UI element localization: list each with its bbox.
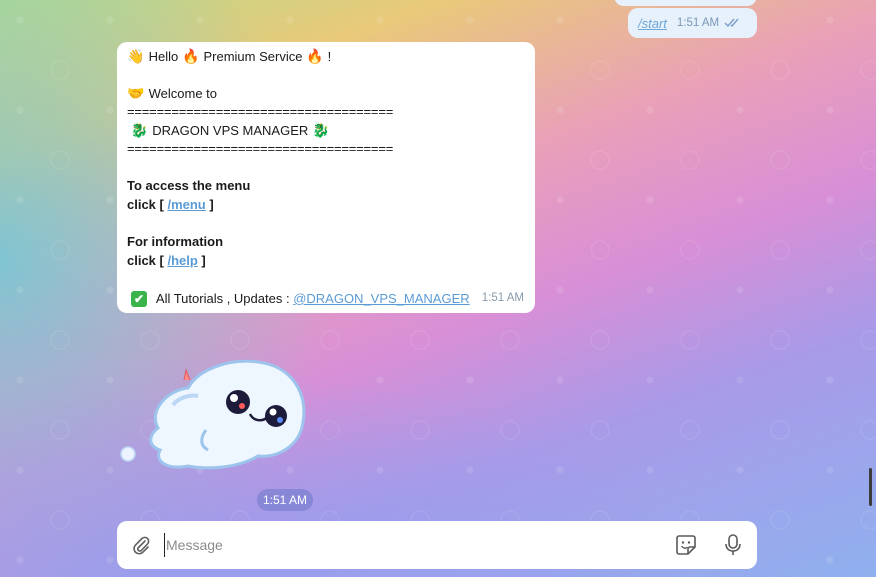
welcome-line: 🤝 Welcome to	[127, 85, 218, 102]
separator: ====================================	[127, 103, 394, 119]
help-command-link[interactable]: /help	[167, 253, 197, 268]
fire-emoji-icon: 🔥	[306, 48, 324, 64]
title-line: 🐉 DRAGON VPS MANAGER 🐉	[130, 122, 330, 139]
check-mark-icon: ✔	[131, 291, 147, 308]
sticker-icon[interactable]	[675, 534, 697, 556]
message-composer	[117, 521, 757, 569]
message-input[interactable]	[164, 533, 644, 557]
dragon-emoji-icon: 🐉	[130, 122, 149, 139]
microphone-icon[interactable]	[722, 533, 744, 557]
paperclip-icon[interactable]	[131, 535, 151, 555]
menu-line: click [ /menu ]	[127, 196, 214, 212]
previous-outgoing-bubble	[614, 0, 757, 6]
menu-heading: To access the menu	[127, 178, 251, 194]
separator: ====================================	[127, 140, 394, 156]
incoming-message[interactable]: 👋 Hello 🔥 Premium Service 🔥 ! 🤝 Welcome …	[117, 42, 535, 313]
wave-emoji-icon: 👋	[127, 48, 145, 64]
sticker-time: 1:51 AM	[257, 489, 313, 511]
message-time: 1:51 AM	[676, 17, 720, 29]
fire-emoji-icon: 🔥	[182, 48, 200, 64]
start-command-link[interactable]: /start	[638, 16, 667, 31]
message-time: 1:51 AM	[481, 292, 524, 305]
ghost-sticker[interactable]	[118, 350, 318, 480]
greeting-line: 👋 Hello 🔥 Premium Service 🔥 !	[127, 48, 332, 64]
menu-command-link[interactable]: /menu	[167, 197, 205, 212]
info-heading: For information	[127, 233, 224, 249]
outgoing-message[interactable]: /start 1:51 AM	[628, 8, 757, 38]
footer-line: ✔ All Tutorials , Updates : @DRAGON_VPS_…	[127, 290, 525, 309]
scrollbar[interactable]	[869, 468, 872, 506]
dragon-emoji-icon: 🐉	[312, 122, 330, 139]
channel-mention-link[interactable]: @DRAGON_VPS_MANAGER	[293, 290, 469, 309]
help-line: click [ /help ]	[127, 252, 206, 268]
handshake-emoji-icon: 🤝	[127, 85, 145, 102]
double-check-icon	[724, 18, 742, 28]
